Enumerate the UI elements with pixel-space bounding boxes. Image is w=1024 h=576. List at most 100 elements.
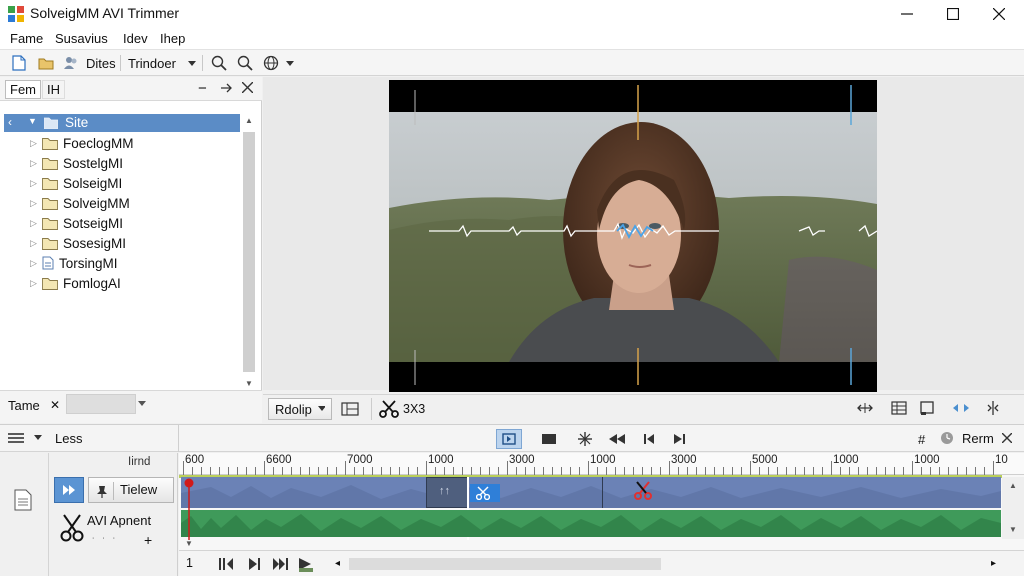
fast-forward-button[interactable] [54, 477, 84, 503]
tree-item[interactable]: ▷ SolveigMM [30, 194, 130, 212]
open-file-icon[interactable] [38, 53, 54, 73]
pin-panel-icon[interactable] [219, 81, 233, 95]
scroll-up-icon[interactable]: ▲ [1009, 481, 1017, 490]
zoom-out-icon[interactable] [237, 53, 253, 73]
tab-ih[interactable]: IH [42, 80, 65, 99]
prev-frame-button[interactable] [636, 429, 662, 449]
selected-clip[interactable]: ↑↑ [426, 477, 468, 508]
preview-mode-dropdown[interactable]: Rdolip [268, 398, 332, 420]
clock-icon[interactable] [940, 431, 954, 445]
split-icon[interactable] [985, 400, 1001, 416]
tree-item[interactable]: ▷ FoeclogMM [30, 134, 134, 152]
tree-root-item[interactable]: ‹ ▼ Site [4, 114, 240, 132]
audio-track[interactable] [181, 510, 1001, 537]
play-icon[interactable] [299, 556, 313, 572]
tree-item[interactable]: ▷ TorsingMI [30, 254, 118, 272]
step-forward-icon[interactable] [249, 558, 261, 570]
dropdown-arrow-icon[interactable] [188, 53, 196, 73]
scroll-right-icon[interactable]: ▸ [991, 558, 996, 569]
tree-item-label: SotseigMI [63, 215, 124, 231]
globe-icon[interactable] [263, 53, 279, 73]
files-button[interactable]: Dites [86, 53, 116, 73]
minimize-button[interactable] [884, 0, 930, 28]
close-button[interactable] [976, 0, 1022, 28]
ruler-tick [633, 467, 634, 475]
time-ruler[interactable]: 600 6600 7000 1000 3000 1000 3000 5000 1000 1000 1… [179, 453, 1024, 475]
expand-arrow-icon[interactable]: ▷ [30, 158, 42, 169]
close-panel-icon[interactable] [242, 82, 253, 93]
small-down-arrow-icon[interactable]: ▼ [185, 539, 193, 548]
tree-item[interactable]: ▷ SosesigMI [30, 234, 126, 252]
expand-arrow-icon[interactable]: ▷ [30, 218, 42, 229]
scroll-left-icon[interactable]: ◂ [335, 558, 340, 569]
tree-item[interactable]: ▷ FomlogAI [30, 274, 121, 292]
trimmer-button[interactable]: Trindoer [128, 53, 176, 73]
back-arrow-icon[interactable]: ‹ [8, 115, 12, 129]
video-frame-image [389, 80, 877, 392]
scroll-up-icon[interactable]: ▲ [245, 116, 253, 125]
menu-view[interactable]: Idev [123, 31, 148, 46]
expand-arrow-icon[interactable]: ▼ [28, 116, 37, 126]
frame-icon[interactable] [919, 400, 935, 416]
expand-arrow-icon[interactable]: ▷ [30, 178, 42, 189]
timeline-transport-bar: 1 ◂ ▸ [179, 550, 1024, 576]
footer-dropdown[interactable] [66, 394, 136, 414]
minimize-panel-icon[interactable]: − [198, 80, 207, 97]
close-timeline-icon[interactable] [1002, 433, 1012, 443]
tree-item[interactable]: ▷ SotseigMI [30, 214, 123, 232]
fit-width-icon[interactable] [857, 401, 873, 415]
start-icon[interactable] [219, 558, 233, 570]
cut-point-marker-icon[interactable] [634, 481, 652, 501]
ruler-tick [390, 467, 391, 475]
playhead-start-marker-icon[interactable] [184, 478, 194, 540]
video-preview[interactable] [389, 80, 877, 392]
ruler-tick [849, 467, 850, 475]
expand-arrow-icon[interactable]: ▷ [30, 278, 42, 289]
hamburger-icon[interactable] [8, 432, 24, 444]
play-selection-button[interactable] [496, 429, 522, 449]
play-button[interactable] [667, 429, 693, 449]
maximize-button[interactable] [930, 0, 976, 28]
scissors-icon[interactable] [60, 513, 84, 543]
scroll-down-icon[interactable]: ▼ [245, 379, 253, 388]
ruler-tick [336, 467, 337, 475]
expand-arrow-icon[interactable]: ▷ [30, 198, 42, 209]
menu-settings[interactable]: Susavius [55, 31, 108, 46]
scrollbar-thumb[interactable] [243, 132, 255, 372]
footer-dropdown-arrow-icon[interactable] [138, 401, 146, 407]
rewind-button[interactable] [604, 429, 630, 449]
horizontal-scrollbar-thumb[interactable] [349, 558, 661, 570]
navigate-icon[interactable] [951, 401, 971, 415]
tree-item[interactable]: ▷ SolseigMI [30, 174, 122, 192]
zoom-in-icon[interactable] [211, 53, 227, 73]
fast-forward-icon[interactable] [273, 558, 289, 570]
ruler-tick [876, 467, 877, 475]
tracks-vertical-scrollbar[interactable]: ▲ ▼ [1002, 477, 1024, 539]
vertical-scrollbar[interactable]: ▲ ▼ [240, 114, 258, 396]
menu-dropdown-icon[interactable] [34, 435, 42, 441]
expand-arrow-icon[interactable]: ▷ [30, 138, 42, 149]
globe-dropdown-icon[interactable] [286, 53, 294, 73]
expand-arrow-icon[interactable]: ▷ [30, 258, 42, 269]
grid-icon[interactable] [891, 400, 907, 416]
new-file-icon[interactable] [12, 53, 26, 73]
menu-help[interactable]: Ihep [160, 31, 185, 46]
stop-button[interactable] [536, 429, 562, 449]
video-track[interactable] [181, 477, 1001, 508]
users-icon[interactable] [63, 53, 79, 73]
expand-arrow-icon[interactable]: ▷ [30, 238, 42, 249]
marker-icon[interactable] [572, 429, 598, 449]
hash-icon[interactable]: # [918, 432, 925, 447]
add-icon[interactable]: + [144, 532, 152, 548]
tree-item[interactable]: ▷ SostelgMI [30, 154, 123, 172]
scissors-icon[interactable] [379, 400, 399, 418]
preview-button[interactable]: Tielew [88, 477, 174, 503]
menu-file[interactable]: Fame [10, 31, 43, 46]
footer-close-icon[interactable]: ✕ [50, 398, 60, 412]
ruler-major-tick [912, 461, 913, 475]
ruler-tick [867, 467, 868, 475]
cut-marker-clip[interactable] [470, 484, 500, 502]
layout-icon[interactable] [341, 400, 359, 418]
scroll-down-icon[interactable]: ▼ [1009, 525, 1017, 534]
tab-files[interactable]: Fem [5, 80, 41, 99]
